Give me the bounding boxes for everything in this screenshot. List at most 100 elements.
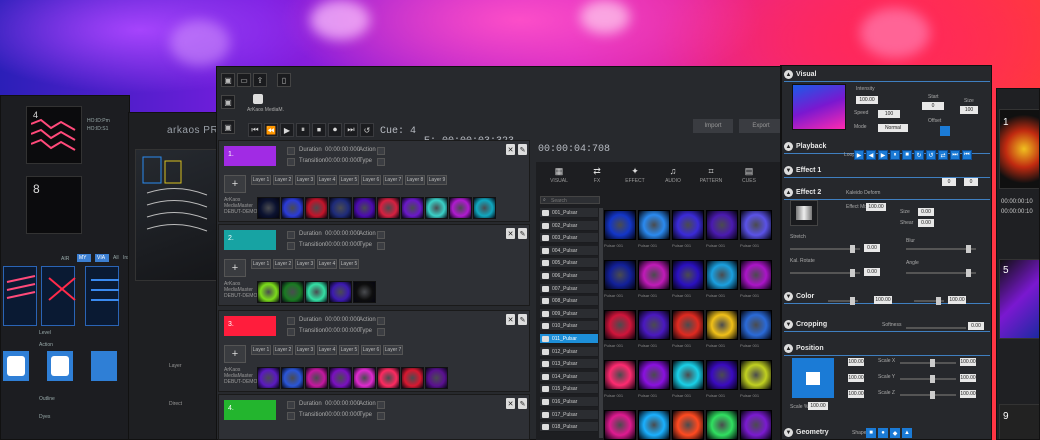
folder-item[interactable]: 012_Pulsar (540, 346, 598, 357)
folder-item[interactable]: 008_Pulsar (540, 296, 598, 307)
folder-item[interactable]: 013_Pulsar (540, 359, 598, 370)
media-thumbnail[interactable] (329, 367, 352, 389)
layer-tab[interactable]: Layer 1 (251, 345, 271, 355)
import-button[interactable]: Import (693, 119, 733, 133)
skip-start-button[interactable]: ⏮ (248, 123, 262, 137)
layer-tab[interactable]: Layer 4 (317, 259, 337, 269)
library-thumbnail[interactable] (604, 310, 636, 340)
media-thumbnail[interactable] (401, 367, 424, 389)
folder-scrollbar[interactable] (599, 208, 603, 438)
type-checkbox[interactable] (377, 242, 385, 250)
folder-item[interactable]: 004_Pulsar (540, 245, 598, 256)
library-thumbnail[interactable] (740, 360, 772, 390)
edit-icon[interactable]: ✎ (518, 228, 527, 239)
folder-item[interactable]: 011_Pulsar (540, 334, 598, 344)
playback-mode-button[interactable]: ⏭ (950, 150, 960, 160)
action-checkbox[interactable] (377, 147, 385, 155)
media-thumbnail[interactable] (353, 367, 376, 389)
folder-item[interactable]: 003_Pulsar (540, 233, 598, 244)
library-thumbnail[interactable] (740, 310, 772, 340)
library-thumbnail[interactable] (740, 410, 772, 440)
library-thumbnail[interactable] (740, 210, 772, 240)
scale-slider[interactable] (900, 359, 956, 367)
layer-tab[interactable]: Layer 2 (273, 175, 293, 185)
folder-item[interactable]: 001_Pulsar (540, 208, 598, 218)
library-thumbnail[interactable] (604, 360, 636, 390)
effect1-field[interactable]: 0 (942, 178, 956, 186)
cue-color-swatch[interactable]: 2. (224, 230, 276, 250)
layout-icon[interactable]: ▣ (221, 95, 235, 109)
trash-icon[interactable]: ✕ (506, 228, 515, 239)
action-checkbox[interactable] (377, 317, 385, 325)
action-checkbox[interactable] (377, 231, 385, 239)
transition-value[interactable]: 00:00:00:000 (325, 158, 360, 164)
output-thumbnail[interactable] (999, 404, 1039, 439)
layer-tab[interactable]: Layer 6 (361, 345, 381, 355)
section-position[interactable]: ▲ Position (784, 342, 990, 356)
layer-tab[interactable]: Layer 7 (383, 345, 403, 355)
transition-value[interactable]: 00:00:00:000 (325, 328, 360, 334)
effect-slider[interactable] (790, 245, 860, 253)
library-thumbnail[interactable] (638, 210, 670, 240)
layer-tab[interactable]: Layer 1 (251, 259, 271, 269)
library-thumbnail[interactable] (604, 210, 636, 240)
color-slider[interactable] (828, 297, 858, 305)
layer-tab[interactable]: Layer 3 (295, 345, 315, 355)
library-thumbnail[interactable] (672, 410, 704, 440)
layer-tab[interactable]: Layer 6 (361, 175, 381, 185)
library-thumbnail[interactable] (604, 410, 636, 440)
playback-mode-button[interactable]: ⇄ (938, 150, 948, 160)
speed-field[interactable]: 100 (878, 110, 900, 118)
media-thumbnail[interactable] (377, 367, 400, 389)
duration-value[interactable]: 00:00:00:000 (325, 401, 360, 407)
action-checkbox[interactable] (377, 401, 385, 409)
media-thumbnail[interactable] (377, 197, 400, 219)
loop-button[interactable]: ↺ (360, 123, 374, 137)
media-thumbnail[interactable] (449, 197, 472, 219)
cue-row[interactable]: 2. Duration 00:00:00:000 Action Transition 00… (218, 224, 530, 306)
search-box[interactable]: ⌕ Search (540, 196, 600, 204)
duration-value[interactable]: 00:00:00:000 (325, 147, 360, 153)
layer-tab[interactable]: Layer 5 (339, 345, 359, 355)
library-tab[interactable]: ♫ AUDIO (654, 166, 692, 192)
scale-slider[interactable] (900, 375, 956, 383)
folder-item[interactable]: 016_Pulsar (540, 397, 598, 407)
library-tab[interactable]: ✦ EFFECT (616, 166, 654, 192)
section-effect-1[interactable]: ▼ Effect 1 (784, 164, 990, 178)
layer-tab[interactable]: Layer 9 (427, 175, 447, 185)
export-button[interactable]: Export (739, 119, 783, 133)
library-thumbnail[interactable] (638, 260, 670, 290)
library-thumbnail[interactable] (672, 310, 704, 340)
transition-value[interactable]: 00:00:00:000 (325, 242, 360, 248)
media-thumbnail[interactable] (425, 367, 448, 389)
cue-color-swatch[interactable]: 3. (224, 316, 276, 336)
layer-tab[interactable]: Layer 1 (251, 175, 271, 185)
position-field[interactable]: 100.00 (848, 390, 864, 398)
media-thumbnail[interactable] (401, 197, 424, 219)
layer-tab[interactable]: Layer 4 (317, 175, 337, 185)
shape-button[interactable]: ◆ (890, 428, 900, 438)
folder-item[interactable]: 015_Pulsar (540, 384, 598, 395)
mode-field[interactable]: Normal (878, 124, 908, 132)
trash-icon[interactable]: ✕ (506, 398, 515, 409)
library-tab[interactable]: ⇄ FX (578, 166, 616, 192)
loop-grid-icon[interactable] (940, 126, 950, 136)
media-thumbnail[interactable] (257, 281, 280, 303)
folder-item[interactable]: 014_Pulsar (540, 371, 598, 382)
library-tab[interactable]: ▤ CUES (730, 166, 768, 192)
color-value[interactable]: 100.00 (948, 296, 966, 304)
duration-value[interactable]: 00:00:00:000 (325, 231, 360, 237)
color-value[interactable]: 100.00 (874, 296, 892, 304)
media-thumbnail[interactable] (305, 367, 328, 389)
position-field[interactable]: 100.00 (848, 358, 864, 366)
visual-preview[interactable] (792, 84, 846, 130)
playback-mode-button[interactable]: ⏸ (890, 150, 900, 160)
library-thumbnail[interactable] (638, 410, 670, 440)
layer-tab[interactable]: Layer 3 (295, 175, 315, 185)
edit-icon[interactable]: ✎ (518, 314, 527, 325)
layer-tab[interactable]: Layer 4 (317, 345, 337, 355)
library-thumbnail[interactable] (638, 360, 670, 390)
playback-mode-button[interactable]: ⏮ (962, 150, 972, 160)
layer-tab[interactable]: Layer 2 (273, 345, 293, 355)
library-thumbnail[interactable] (638, 310, 670, 340)
